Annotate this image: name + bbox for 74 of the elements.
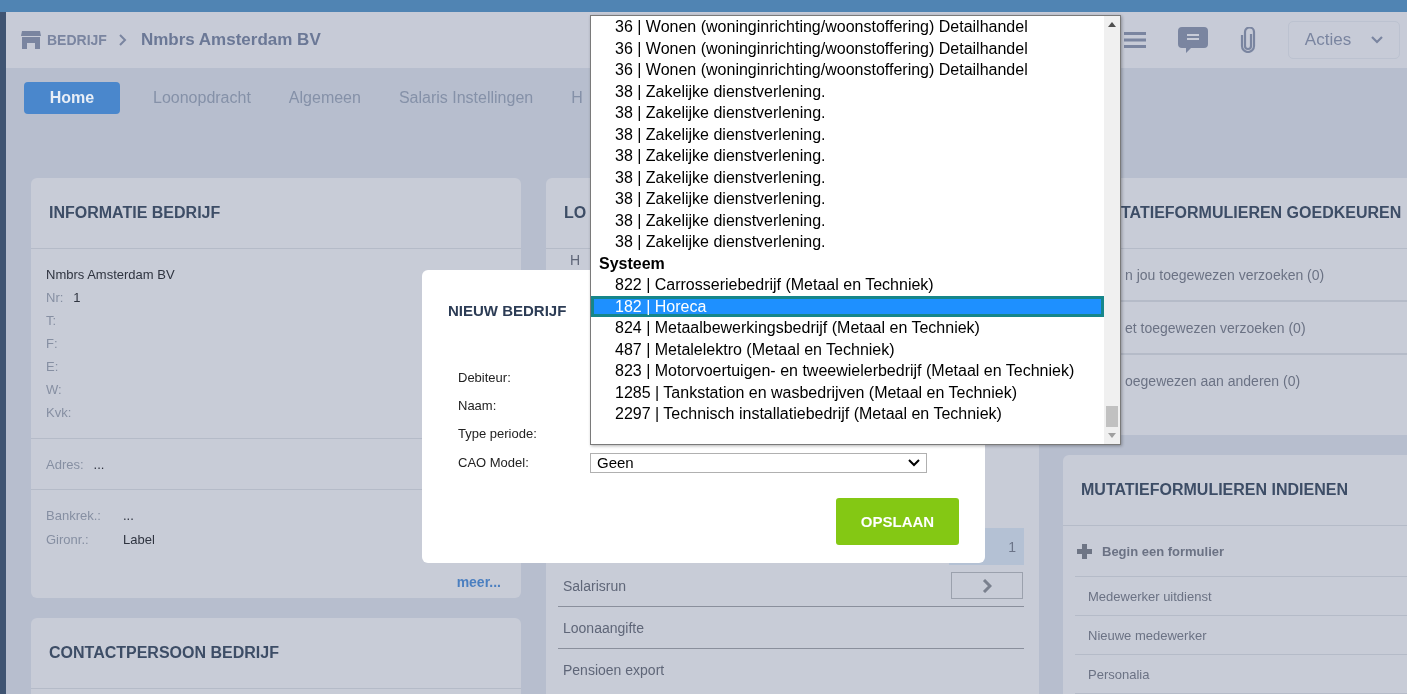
field-label: E: xyxy=(46,358,59,376)
dropdown-option[interactable]: 823 | Motorvoertuigen- en tweewielerbedrijf (Metaal en Techniek) xyxy=(591,360,1104,382)
field-label: W: xyxy=(46,381,62,399)
dialog-title: NIEUW BEDRIJF xyxy=(448,302,567,319)
field-label: Debiteur: xyxy=(458,369,512,385)
chevron-right-icon xyxy=(981,578,992,593)
field-value: ... xyxy=(123,507,134,525)
field-label: Nr: xyxy=(46,289,64,307)
nav-tab[interactable]: Home xyxy=(24,82,120,114)
breadcrumb-link[interactable]: BEDRIJF xyxy=(47,32,107,48)
field-value: Label xyxy=(123,531,155,549)
dropdown-option[interactable]: 487 | Metalelektro (Metaal en Techniek) xyxy=(591,338,1104,360)
cao-model-select[interactable]: Geen xyxy=(590,452,927,473)
option-group-label: Systeem xyxy=(598,253,666,274)
field-label: Adres: xyxy=(46,456,84,472)
caret-icon xyxy=(1371,36,1384,44)
field-label: Kvk: xyxy=(46,404,72,422)
chat-icon[interactable] xyxy=(1178,27,1208,53)
field-label: Gironr.: xyxy=(46,531,90,549)
dropdown-option[interactable]: 822 | Carrosseriebedrijf (Metaal en Techniek) xyxy=(591,274,1104,296)
list-item[interactable]: oegewezen aan anderen (0) xyxy=(1125,372,1301,389)
field-label: F: xyxy=(46,335,58,353)
dropdown-option[interactable]: 38 | Zakelijke dienstverlening. xyxy=(591,102,1104,124)
field-label: T: xyxy=(46,312,57,330)
caret-icon xyxy=(908,458,920,467)
card-title: TATIEFORMULIEREN GOEDKEUREN xyxy=(1121,204,1402,222)
dropdown-option[interactable]: 38 | Zakelijke dienstverlening. xyxy=(591,188,1104,210)
paperclip-icon[interactable] xyxy=(1240,27,1256,53)
field-value: 1 xyxy=(73,289,81,307)
scroll-up-icon[interactable] xyxy=(1108,22,1116,27)
list-item[interactable]: Nieuwe medewerker xyxy=(1088,627,1207,643)
scrollbar-thumb[interactable] xyxy=(1106,406,1118,427)
dropdown-option[interactable]: 38 | Zakelijke dienstverlening. xyxy=(591,80,1104,102)
list-item[interactable]: Personalia xyxy=(1088,666,1150,682)
card-title: INFORMATIE BEDRIJF xyxy=(49,204,221,222)
store-icon xyxy=(21,31,41,49)
field-label: Bankrek.: xyxy=(46,507,102,525)
save-button[interactable]: OPSLAAN xyxy=(836,498,959,545)
chevron-right-icon xyxy=(118,34,127,46)
dropdown-option[interactable]: 38 | Zakelijke dienstverlening. xyxy=(591,145,1104,167)
card-title: LO xyxy=(564,204,587,222)
list-item[interactable]: Salarisrun xyxy=(558,577,949,594)
field-value: ... xyxy=(93,456,105,472)
dropdown-option[interactable]: 38 | Zakelijke dienstverlening. xyxy=(591,166,1104,188)
dropdown-option[interactable]: 38 | Zakelijke dienstverlening. xyxy=(591,231,1104,253)
next-button[interactable] xyxy=(950,572,1023,599)
list-item[interactable]: Pensioen export xyxy=(558,661,949,678)
scroll-down-icon[interactable] xyxy=(1108,433,1116,438)
dropdown-option[interactable]: 38 | Zakelijke dienstverlening. xyxy=(591,209,1104,231)
dropdown-option[interactable]: 182 | Horeca xyxy=(591,295,1104,317)
dropdown-option[interactable]: 36 | Wonen (woninginrichting/woonstoffering) Detailhandel xyxy=(591,59,1104,81)
more-link[interactable]: meer... xyxy=(456,574,501,590)
company-name: Nmbrs Amsterdam BV xyxy=(46,266,176,284)
card-title: MUTATIEFORMULIEREN INDIENEN xyxy=(1081,481,1348,499)
list-item[interactable]: Loonaangifte xyxy=(558,619,949,636)
page-title: Nmbrs Amsterdam BV xyxy=(140,30,321,50)
scrollbar[interactable] xyxy=(1104,16,1120,444)
dropdown-option[interactable]: 36 | Wonen (woninginrichting/woonstoffering) Detailhandel xyxy=(591,16,1104,38)
dropdown-option[interactable]: 38 | Zakelijke dienstverlening. xyxy=(591,123,1104,145)
actions-dropdown-button[interactable]: Acties xyxy=(1288,21,1400,59)
menu-icon[interactable] xyxy=(1124,31,1146,49)
card-title: CONTACTPERSOON BEDRIJF xyxy=(49,644,279,662)
plus-icon xyxy=(1077,543,1092,559)
list-item[interactable]: Medewerker uitdienst xyxy=(1088,588,1212,604)
start-form-link[interactable]: Begin een formulier xyxy=(1102,543,1225,559)
field-label: CAO Model: xyxy=(458,455,530,470)
field-label: Naam: xyxy=(458,397,498,413)
field-label: Type periode: xyxy=(458,426,538,441)
list-item[interactable]: n jou toegewezen verzoeken (0) xyxy=(1125,266,1325,283)
list-item[interactable]: et toegewezen verzoeken (0) xyxy=(1125,319,1306,336)
dropdown-option[interactable]: 2297 | Technisch installatiebedrijf (Metaal en Techniek) xyxy=(591,403,1104,425)
dropdown-option[interactable]: 1285 | Tankstation en wasbedrijven (Metaal en Techniek) xyxy=(591,381,1104,403)
dropdown-option[interactable]: 824 | Metaalbewerkingsbedrijf (Metaal en Techniek) xyxy=(591,317,1104,339)
dropdown-option[interactable]: 36 | Wonen (woninginrichting/woonstoffering) Detailhandel xyxy=(591,37,1104,59)
